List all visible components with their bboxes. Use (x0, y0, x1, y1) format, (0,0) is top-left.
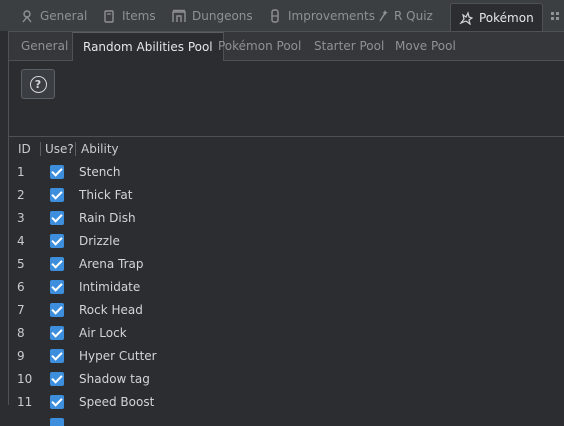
tab-quiz-label: R Quiz (394, 9, 433, 23)
ability-name: Air Lock (79, 326, 127, 340)
tab-improvements[interactable]: Improvements (268, 3, 375, 29)
ability-name: Rain Dish (79, 211, 136, 225)
subtab-starter-pool[interactable]: Starter Pool (314, 32, 384, 60)
table-row[interactable]: 8 Air Lock (9, 322, 564, 345)
use-checkbox[interactable] (50, 211, 64, 225)
tab-pokemon-label: Pokémon (479, 11, 534, 25)
top-tab-bar: General Items Dungeons Improvements R Qu… (0, 0, 564, 32)
row-id: 1 (17, 165, 25, 179)
items-icon (102, 9, 116, 23)
question-circle-icon: ? (29, 75, 47, 93)
use-checkbox[interactable] (50, 395, 64, 409)
ability-name: Thick Fat (79, 188, 133, 202)
row-id: 3 (17, 211, 25, 225)
use-checkbox[interactable] (50, 280, 64, 294)
ability-name: Arena Trap (79, 257, 144, 271)
overflow-tab[interactable] (550, 3, 564, 29)
table-header: ID Use? Ability (9, 137, 564, 161)
more-tabs-icon (550, 9, 564, 23)
tab-quiz[interactable]: R Quiz (378, 3, 433, 29)
tab-dungeons-label: Dungeons (192, 9, 253, 23)
use-checkbox[interactable] (50, 303, 64, 317)
table-row[interactable]: 5 Arena Trap (9, 253, 564, 276)
ability-name: Shadow tag (79, 372, 150, 386)
row-id: 6 (17, 280, 25, 294)
tab-general-label: General (40, 9, 88, 23)
ability-name: Intimidate (79, 280, 141, 294)
table-row[interactable]: 3 Rain Dish (9, 207, 564, 230)
row-id: 5 (17, 257, 25, 271)
general-icon (20, 9, 34, 23)
ability-name: Rock Head (79, 303, 143, 317)
table-row[interactable]: 11 Speed Boost (9, 391, 564, 414)
improvements-icon (268, 9, 282, 23)
table-row-partial[interactable] (9, 414, 564, 426)
pokemon-icon (459, 11, 474, 26)
table-row[interactable]: 9 Hyper Cutter (9, 345, 564, 368)
table-row[interactable]: 7 Rock Head (9, 299, 564, 322)
table-row[interactable]: 6 Intimidate (9, 276, 564, 299)
ability-name: Hyper Cutter (79, 349, 157, 363)
subtab-general[interactable]: General (21, 32, 68, 60)
abilities-table: ID Use? Ability 1 Stench 2 Thick Fat 3 R… (9, 137, 564, 426)
use-checkbox[interactable] (50, 418, 64, 426)
ability-name: Stench (79, 165, 121, 179)
row-id: 9 (17, 349, 25, 363)
header-ability[interactable]: Ability (81, 142, 119, 156)
subtab-random-abilities-pool[interactable]: Random Abilities Pool (72, 32, 224, 62)
use-checkbox[interactable] (50, 349, 64, 363)
row-id: 11 (17, 395, 33, 409)
use-checkbox[interactable] (50, 234, 64, 248)
use-checkbox[interactable] (50, 165, 64, 179)
table-row[interactable]: 2 Thick Fat (9, 184, 564, 207)
header-use[interactable]: Use? (45, 142, 74, 156)
help-button[interactable]: ? (21, 69, 55, 99)
ability-name: Speed Boost (79, 395, 155, 409)
row-id: 4 (17, 234, 25, 248)
tab-items[interactable]: Items (102, 3, 156, 29)
use-checkbox[interactable] (50, 257, 64, 271)
header-divider (75, 142, 76, 156)
ability-name: Drizzle (79, 234, 120, 248)
tab-pokemon[interactable]: Pokémon (450, 3, 543, 32)
use-checkbox[interactable] (50, 188, 64, 202)
row-id: 10 (17, 372, 33, 386)
pokemon-panel: General Random Abilities Pool Pokémon Po… (8, 31, 564, 426)
row-id: 7 (17, 303, 25, 317)
use-checkbox[interactable] (50, 372, 64, 386)
tab-dungeons[interactable]: Dungeons (172, 3, 253, 29)
table-row[interactable]: 1 Stench (9, 161, 564, 184)
subtab-pokemon-pool[interactable]: Pokémon Pool (218, 32, 301, 60)
header-id[interactable]: ID (18, 142, 31, 156)
quiz-icon (378, 9, 388, 23)
use-checkbox[interactable] (50, 326, 64, 340)
tab-general[interactable]: General (20, 3, 87, 29)
tab-items-label: Items (122, 9, 156, 23)
subtab-move-pool[interactable]: Move Pool (395, 32, 456, 60)
row-id: 2 (17, 188, 25, 202)
tab-improvements-label: Improvements (288, 9, 375, 23)
header-divider (40, 142, 41, 156)
toolbar: ? (9, 61, 564, 107)
dungeons-icon (172, 9, 186, 23)
row-id: 8 (17, 326, 25, 340)
table-row[interactable]: 4 Drizzle (9, 230, 564, 253)
sub-tab-bar: General Random Abilities Pool Pokémon Po… (9, 32, 564, 62)
table-row[interactable]: 10 Shadow tag (9, 368, 564, 391)
